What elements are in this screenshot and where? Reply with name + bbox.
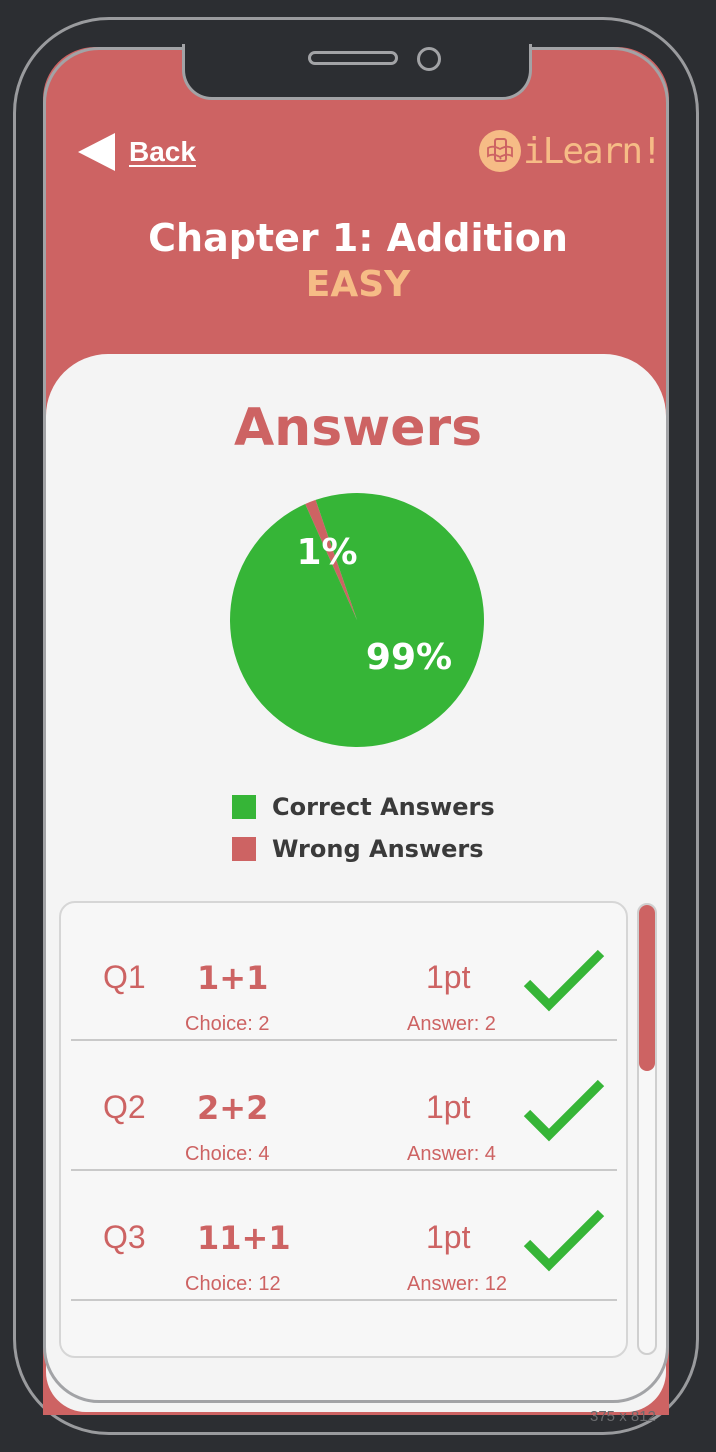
speaker-grille xyxy=(308,51,398,65)
scrollbar-thumb[interactable] xyxy=(639,905,655,1071)
question-answer: Answer: 2 xyxy=(407,1013,496,1035)
question-number: Q2 xyxy=(103,1089,146,1125)
check-icon xyxy=(523,1209,605,1272)
question-row[interactable]: Q1 1+1 Choice: 2 1pt Answer: 2 xyxy=(71,913,617,1041)
legend-item-correct: Correct Answers xyxy=(232,786,495,828)
question-points: 1pt xyxy=(426,959,471,995)
phone-book-icon xyxy=(479,130,521,172)
question-row[interactable]: Q3 11+1 Choice: 12 1pt Answer: 12 xyxy=(71,1173,617,1301)
pie-label-wrong: 1% xyxy=(296,532,357,573)
question-answer: Answer: 12 xyxy=(407,1273,508,1295)
front-camera xyxy=(417,47,441,71)
question-choice: Choice: 2 xyxy=(185,1013,270,1035)
question-answer: Answer: 4 xyxy=(407,1143,496,1165)
check-icon xyxy=(523,949,605,1012)
device-dimensions-label: 375 x 812 xyxy=(590,1408,656,1425)
app-logo: iLearn! xyxy=(479,130,663,172)
question-points: 1pt xyxy=(426,1089,471,1125)
question-list[interactable]: Q1 1+1 Choice: 2 1pt Answer: 2 Q2 2+2 Ch… xyxy=(59,901,628,1358)
question-number: Q1 xyxy=(103,959,146,995)
list-scrollbar[interactable] xyxy=(637,903,657,1355)
answers-title: Answers xyxy=(233,398,483,458)
difficulty-label: EASY xyxy=(305,264,411,305)
legend-label-correct: Correct Answers xyxy=(272,793,495,821)
question-expression: 2+2 xyxy=(197,1089,269,1127)
chart-legend: Correct Answers Wrong Answers xyxy=(232,786,495,870)
check-icon xyxy=(523,1079,605,1142)
question-choice: Choice: 4 xyxy=(185,1143,270,1165)
back-arrow-icon xyxy=(78,133,115,171)
question-choice: Choice: 12 xyxy=(185,1273,281,1295)
legend-item-wrong: Wrong Answers xyxy=(232,828,495,870)
answers-pie-chart: 1% 99% xyxy=(229,493,484,747)
question-points: 1pt xyxy=(426,1219,471,1255)
legend-swatch-correct xyxy=(232,795,256,819)
back-label: Back xyxy=(129,136,196,167)
question-expression: 11+1 xyxy=(197,1219,291,1257)
logo-text: iLearn! xyxy=(523,130,663,172)
pie-label-correct: 99% xyxy=(366,637,452,678)
question-number: Q3 xyxy=(103,1219,146,1255)
question-row[interactable]: Q2 2+2 Choice: 4 1pt Answer: 4 xyxy=(71,1043,617,1171)
chapter-title: Chapter 1: Addition xyxy=(148,216,568,260)
legend-label-wrong: Wrong Answers xyxy=(272,835,484,863)
question-expression: 1+1 xyxy=(197,959,269,997)
legend-swatch-wrong xyxy=(232,837,256,861)
back-button[interactable]: Back xyxy=(78,133,196,171)
